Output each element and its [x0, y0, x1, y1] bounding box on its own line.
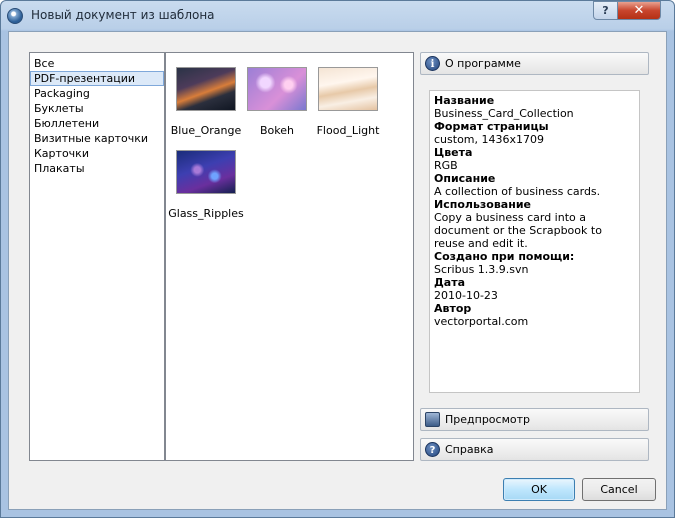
template-thumbnail[interactable] — [176, 150, 236, 194]
category-list[interactable]: Все PDF-презентации Packaging Буклеты Бю… — [29, 52, 165, 461]
info-label: Цвета — [434, 146, 473, 159]
category-item[interactable]: Визитные карточки — [30, 131, 164, 146]
template-name: Bokeh — [260, 124, 294, 137]
dialog-window: Новый документ из шаблона ? ✕ Все PDF-пр… — [0, 0, 675, 518]
info-label: Дата — [434, 276, 466, 289]
template-tile-glass-ripples[interactable]: Glass_Ripples — [168, 150, 244, 220]
template-name: Flood_Light — [316, 124, 380, 137]
info-value: Copy a business card into a document or … — [434, 211, 602, 250]
info-icon: i — [425, 56, 440, 71]
info-label: Создано при помощи: — [434, 250, 575, 263]
category-item[interactable]: Все — [30, 56, 164, 71]
help-button-label: Справка — [445, 443, 494, 456]
title-bar: Новый документ из шаблона ? ✕ — [1, 1, 674, 31]
info-label: Описание — [434, 172, 496, 185]
category-item[interactable]: Карточки — [30, 146, 164, 161]
title-help-button[interactable]: ? — [593, 1, 618, 20]
template-name: Blue_Orange — [170, 124, 242, 137]
info-label: Использование — [434, 198, 531, 211]
info-label: Автор — [434, 302, 472, 315]
info-label: Формат страницы — [434, 120, 549, 133]
app-icon — [7, 8, 23, 24]
template-thumbnail[interactable] — [247, 67, 307, 111]
info-value: Scribus 1.3.9.svn — [434, 263, 529, 276]
info-value: custom, 1436x1709 — [434, 133, 544, 146]
category-item[interactable]: Буклеты — [30, 101, 164, 116]
template-tile-flood-light[interactable]: Flood_Light — [310, 67, 386, 137]
window-title: Новый документ из шаблона — [31, 8, 215, 22]
preview-button[interactable]: Предпросмотр — [420, 408, 649, 431]
template-thumbnail[interactable] — [318, 67, 378, 111]
close-button[interactable]: ✕ — [617, 1, 661, 20]
category-item[interactable]: Бюллетени — [30, 116, 164, 131]
preview-button-label: Предпросмотр — [445, 413, 530, 426]
template-tile-bokeh[interactable]: Bokeh — [239, 67, 315, 137]
about-button[interactable]: i О программе — [420, 52, 649, 75]
info-value: Business_Card_Collection — [434, 107, 574, 120]
template-name: Glass_Ripples — [168, 207, 244, 220]
category-item[interactable]: Плакаты — [30, 161, 164, 176]
category-item-selected[interactable]: PDF-презентации — [30, 71, 164, 86]
cancel-button[interactable]: Cancel — [582, 478, 656, 501]
help-icon: ? — [425, 442, 440, 457]
info-value: vectorportal.com — [434, 315, 529, 328]
info-value: A collection of business cards. — [434, 185, 601, 198]
info-label: Название — [434, 94, 495, 107]
about-button-label: О программе — [445, 57, 521, 70]
info-value: 2010-10-23 — [434, 289, 498, 302]
template-info-panel: Название Business_Card_Collection Формат… — [429, 90, 640, 393]
category-item[interactable]: Packaging — [30, 86, 164, 101]
ok-button[interactable]: OK — [503, 478, 575, 501]
template-panel: Blue_Orange Bokeh Flood_Light Glass_Ripp… — [165, 52, 414, 461]
template-thumbnail[interactable] — [176, 67, 236, 111]
template-tile-blue-orange[interactable]: Blue_Orange — [168, 67, 244, 137]
dialog-body: Все PDF-презентации Packaging Буклеты Бю… — [8, 31, 667, 510]
help-button[interactable]: ? Справка — [420, 438, 649, 461]
image-icon — [425, 412, 440, 427]
info-value: RGB — [434, 159, 458, 172]
